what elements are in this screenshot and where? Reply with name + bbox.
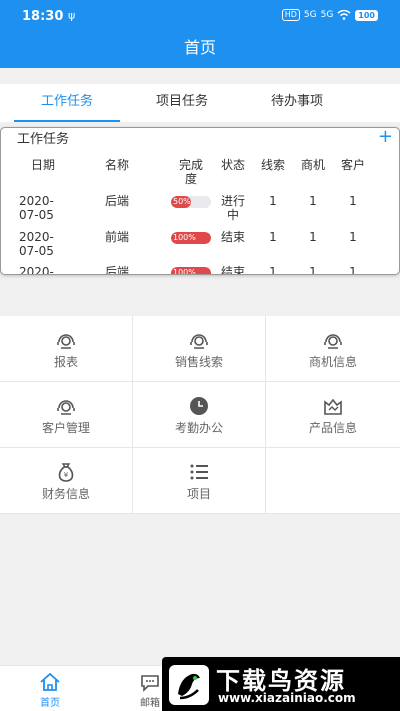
menu-item-attendance[interactable]: 考勤办公	[133, 382, 266, 448]
status-icons: HD 5G 5G 100	[281, 9, 378, 21]
cell-opportunities: 1	[309, 194, 317, 208]
menu-label: 销售线索	[174, 355, 223, 369]
headset-icon	[324, 334, 342, 349]
cell-name: 前端	[104, 230, 129, 244]
battery-icon: 100	[355, 9, 378, 21]
svg-text:¥: ¥	[64, 471, 69, 479]
col-customers: 客户	[340, 158, 365, 172]
menu-item-reports[interactable]: 报表	[0, 316, 133, 382]
menu-item-customers[interactable]: 客户管理	[0, 382, 133, 448]
cell-leads: 1	[269, 194, 277, 208]
progress-fill: 50%	[171, 196, 191, 208]
headset-icon	[57, 400, 75, 415]
menu-label: 商机信息	[308, 355, 357, 369]
cell-opportunities: 1	[309, 230, 317, 244]
add-icon[interactable]: +	[378, 128, 393, 147]
card-title: 工作任务	[17, 132, 70, 147]
list-icon	[190, 464, 208, 480]
menu-item-sales-leads[interactable]: 销售线索	[133, 316, 266, 382]
status-bar: 18:30 ψ HD 5G 5G 100	[0, 0, 400, 32]
progress-fill: 100%	[171, 267, 211, 274]
menu-label: 财务信息	[41, 487, 90, 501]
cell-name: 后端	[104, 265, 129, 275]
menu-label: 项目	[186, 487, 211, 501]
nav-home-label: 首页	[40, 698, 60, 709]
cell-status: 结束	[220, 265, 245, 275]
wifi-icon	[337, 10, 351, 20]
cell-customers: 1	[349, 265, 357, 275]
progress-fill: 100%	[171, 232, 211, 244]
col-leads: 线索	[260, 158, 285, 172]
money-bag-icon: ¥	[58, 463, 74, 482]
menu-item-projects[interactable]: 项目	[133, 448, 266, 514]
menu-label: 产品信息	[308, 421, 357, 435]
cell-leads: 1	[269, 230, 277, 244]
cell-date: 2020- 07-05	[19, 194, 54, 222]
cell-status: 结束	[220, 230, 245, 244]
menu-item-finance[interactable]: ¥ 财务信息	[0, 448, 133, 514]
nav-mailbox-label: 邮箱	[140, 698, 160, 709]
col-name: 名称	[104, 158, 129, 172]
clock-icon	[190, 397, 208, 415]
menu-item-empty	[266, 448, 400, 514]
page-title: 首页	[0, 32, 400, 68]
col-date: 日期	[30, 158, 55, 172]
cell-status: 进行 中	[220, 194, 245, 222]
cell-leads: 1	[269, 265, 277, 275]
tab-bar: 工作任务 项目任务 待办事项	[0, 84, 400, 122]
signal-5g-icon: 5G	[303, 10, 317, 20]
chat-icon	[141, 675, 159, 692]
cell-customers: 1	[349, 194, 357, 208]
progress-bar: 100%	[171, 267, 211, 274]
bird-logo-icon	[169, 665, 209, 705]
progress-bar: 100%	[171, 232, 211, 244]
headset-icon	[57, 334, 75, 349]
menu-item-opportunities[interactable]: 商机信息	[266, 316, 400, 382]
tab-project-tasks[interactable]: 项目任务	[130, 84, 234, 122]
col-progress: 完成 度	[178, 158, 203, 186]
cell-opportunities: 1	[309, 265, 317, 275]
usb-icon: ψ	[68, 9, 76, 22]
watermark-banner: 下载鸟资源 www.xiazainiao.com	[162, 657, 400, 711]
cell-customers: 1	[349, 230, 357, 244]
watermark-url: www.xiazainiao.com	[218, 691, 356, 705]
menu-item-products[interactable]: 产品信息	[266, 382, 400, 448]
tab-work-tasks[interactable]: 工作任务	[14, 84, 120, 122]
product-icon	[324, 398, 342, 415]
function-grid: 报表 销售线索 商机信息 客户管理 考勤办公 产品信息 ¥ 财务信息 项目	[0, 316, 400, 514]
hd-icon: HD	[281, 9, 300, 21]
signal-5g-icon-2: 5G	[320, 10, 334, 20]
cell-name: 后端	[104, 194, 129, 208]
menu-label: 客户管理	[41, 421, 90, 435]
cell-date: 2020-	[19, 265, 54, 275]
progress-bar: 50%	[171, 196, 211, 208]
menu-label: 报表	[53, 355, 78, 369]
col-opportunities: 商机	[300, 158, 325, 172]
tab-todo-items[interactable]: 待办事项	[244, 84, 350, 122]
task-table-card: 工作任务 + 日期 名称 完成 度 状态 线索 商机 客户 2020- 07-0…	[0, 127, 400, 275]
menu-label: 考勤办公	[174, 421, 223, 435]
status-time: 18:30	[22, 9, 64, 24]
headset-icon	[190, 334, 208, 349]
home-icon	[40, 672, 60, 691]
cell-date: 2020- 07-05	[19, 230, 54, 258]
col-status: 状态	[220, 158, 245, 172]
nav-home[interactable]: 首页	[20, 666, 80, 709]
